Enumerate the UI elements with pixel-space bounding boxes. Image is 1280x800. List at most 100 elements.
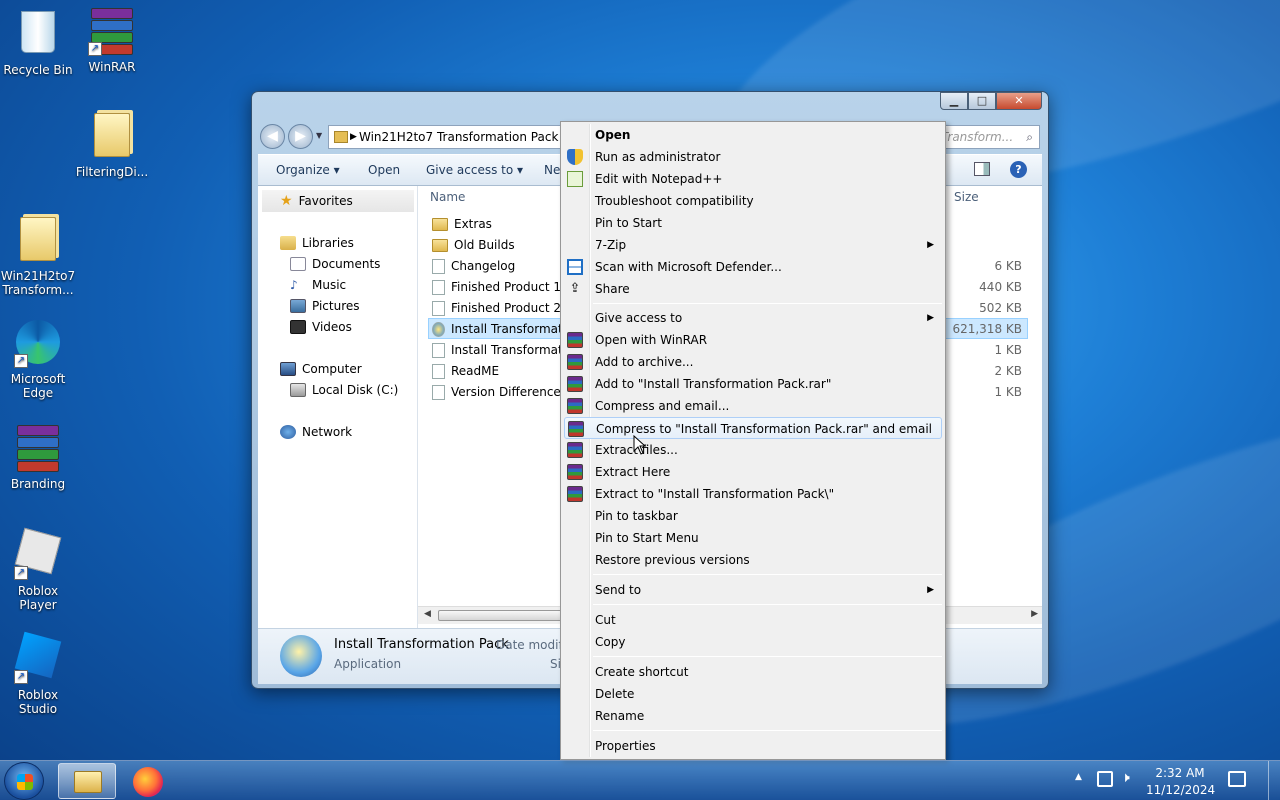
menu-item-properties[interactable]: Properties — [564, 735, 942, 757]
scrollbar-thumb[interactable] — [438, 610, 578, 621]
text-file-icon — [432, 363, 445, 379]
menu-item-add-to-rar[interactable]: Add to "Install Transformation Pack.rar" — [564, 373, 942, 395]
clock-date[interactable]: 11/12/2024 — [1146, 783, 1215, 797]
list-item[interactable]: Changelog — [432, 256, 515, 276]
windows-logo-icon — [17, 774, 33, 790]
open-button[interactable]: Open — [368, 163, 400, 177]
menu-item-delete[interactable]: Delete — [564, 683, 942, 705]
list-item[interactable]: Version Differences — [432, 382, 567, 402]
nav-computer[interactable]: Computer — [280, 359, 362, 379]
search-input[interactable]: Transform... ⌕ — [936, 125, 1040, 149]
nav-libraries[interactable]: Libraries — [280, 233, 354, 253]
recent-pages-icon[interactable]: ▼ — [316, 131, 322, 140]
menu-item-open-winrar[interactable]: Open with WinRAR — [564, 329, 942, 351]
nav-network[interactable]: Network — [280, 422, 352, 442]
notifications-icon[interactable] — [1228, 771, 1246, 787]
menu-item-pin-start-menu[interactable]: Pin to Start Menu — [564, 527, 942, 549]
nav-local-disk[interactable]: Local Disk (C:) — [290, 380, 398, 400]
taskbar-explorer-button[interactable] — [58, 763, 116, 799]
menu-label: Open with WinRAR — [595, 333, 708, 347]
scroll-left-icon[interactable]: ◀ — [424, 609, 431, 619]
menu-item-extract-to[interactable]: Extract to "Install Transformation Pack\… — [564, 483, 942, 505]
column-header-size[interactable]: Size — [954, 190, 979, 204]
menu-item-copy[interactable]: Copy — [564, 631, 942, 653]
menu-item-rename[interactable]: Rename — [564, 705, 942, 727]
breadcrumb-current[interactable]: Win21H2to7 Transformation Pack — [359, 130, 558, 144]
menu-item-open[interactable]: Open — [564, 124, 942, 146]
minimize-button[interactable]: ▁ — [940, 92, 968, 110]
list-item[interactable]: Old Builds — [432, 235, 515, 255]
winrar-icon — [567, 332, 583, 348]
taskbar-firefox-button[interactable] — [120, 763, 178, 799]
desktop-icon-winrar[interactable]: ↗ WinRAR — [74, 8, 150, 74]
network-tray-icon[interactable] — [1097, 771, 1113, 787]
give-access-button[interactable]: Give access to ▾ — [426, 163, 523, 177]
submenu-arrow-icon: ▶ — [927, 313, 934, 323]
menu-item-add-archive[interactable]: Add to archive... — [564, 351, 942, 373]
menu-label: Scan with Microsoft Defender... — [595, 260, 782, 274]
menu-item-compress-email[interactable]: Compress and email... — [564, 395, 942, 417]
context-menu: Open Run as administrator Edit with Note… — [560, 121, 946, 760]
list-item[interactable]: Extras — [432, 214, 492, 234]
menu-item-cut[interactable]: Cut — [564, 609, 942, 631]
list-item[interactable]: ReadME — [432, 361, 499, 381]
back-button[interactable]: ◀ — [260, 124, 285, 149]
menu-item-extract-here[interactable]: Extract Here — [564, 461, 942, 483]
scroll-right-icon[interactable]: ▶ — [1031, 609, 1038, 619]
menu-item-create-shortcut[interactable]: Create shortcut — [564, 661, 942, 683]
show-hidden-icons[interactable]: ▲ — [1075, 772, 1082, 782]
column-header-name[interactable]: Name — [430, 190, 465, 204]
menu-item-troubleshoot[interactable]: Troubleshoot compatibility — [564, 190, 942, 212]
music-icon: ♪ — [290, 278, 298, 292]
menu-item-edit-notepad[interactable]: Edit with Notepad++ — [564, 168, 942, 190]
new-folder-button[interactable]: Ne — [544, 163, 560, 177]
clock-time[interactable]: 2:32 AM — [1150, 766, 1210, 780]
nav-favorites[interactable]: ★ Favorites — [280, 191, 353, 211]
file-size: 440 KB — [979, 280, 1022, 294]
menu-item-restore-versions[interactable]: Restore previous versions — [564, 549, 942, 571]
menu-item-extract-files[interactable]: Extract files... — [564, 439, 942, 461]
list-item[interactable]: Finished Product 2 — [432, 298, 561, 318]
volume-muted-icon[interactable]: 🕨 — [1121, 770, 1130, 786]
file-size: 2 KB — [994, 364, 1022, 378]
nav-documents[interactable]: Documents — [290, 254, 380, 274]
drive-icon — [290, 383, 306, 397]
menu-item-7zip[interactable]: 7-Zip ▶ — [564, 234, 942, 256]
desktop-icon-label: Roblox Player — [17, 584, 59, 612]
nav-music[interactable]: ♪ Music — [290, 275, 346, 295]
menu-item-run-as-administrator[interactable]: Run as administrator — [564, 146, 942, 168]
show-desktop-button[interactable] — [1268, 761, 1280, 800]
organize-button[interactable]: Organize ▾ — [276, 163, 340, 177]
file-icon — [432, 342, 445, 358]
installer-icon — [432, 321, 445, 337]
file-size: 1 KB — [994, 343, 1022, 357]
menu-item-send-to[interactable]: Send to ▶ — [564, 579, 942, 601]
help-icon[interactable]: ? — [1010, 161, 1027, 178]
close-button[interactable]: ✕ — [996, 92, 1042, 110]
preview-pane-icon[interactable] — [974, 162, 990, 176]
menu-item-pin-taskbar[interactable]: Pin to taskbar — [564, 505, 942, 527]
menu-label: Compress to "Install Transformation Pack… — [596, 422, 933, 436]
desktop-icon-branding[interactable]: Branding — [0, 425, 76, 491]
nav-pictures[interactable]: Pictures — [290, 296, 360, 316]
menu-item-give-access[interactable]: Give access to ▶ — [564, 307, 942, 329]
desktop-icon-edge[interactable]: ↗ Microsoft Edge — [0, 320, 76, 400]
desktop-icon-recycle-bin[interactable]: Recycle Bin — [0, 8, 76, 77]
maximize-button[interactable]: □ — [968, 92, 996, 110]
desktop-icon-win21h2to7[interactable]: Win21H2to7 Transform... — [0, 217, 76, 297]
desktop-icon-filteringdi[interactable]: FilteringDi... — [74, 113, 150, 179]
winrar-icon — [567, 376, 583, 392]
menu-separator — [593, 574, 942, 575]
menu-label: Properties — [595, 739, 656, 753]
start-button[interactable] — [4, 762, 44, 800]
menu-item-compress-rar-email[interactable]: Compress to "Install Transformation Pack… — [564, 417, 942, 439]
desktop-icon-roblox-player[interactable]: ↗ Roblox Player — [0, 527, 76, 612]
menu-item-scan-defender[interactable]: Scan with Microsoft Defender... — [564, 256, 942, 278]
menu-item-share[interactable]: ⇪ Share — [564, 278, 942, 300]
installer-large-icon — [280, 635, 322, 677]
forward-button[interactable]: ▶ — [288, 124, 313, 149]
desktop-icon-roblox-studio[interactable]: ↗ Roblox Studio — [0, 631, 76, 716]
list-item[interactable]: Finished Product 1 — [432, 277, 561, 297]
menu-item-pin-to-start[interactable]: Pin to Start — [564, 212, 942, 234]
nav-videos[interactable]: Videos — [290, 317, 352, 337]
